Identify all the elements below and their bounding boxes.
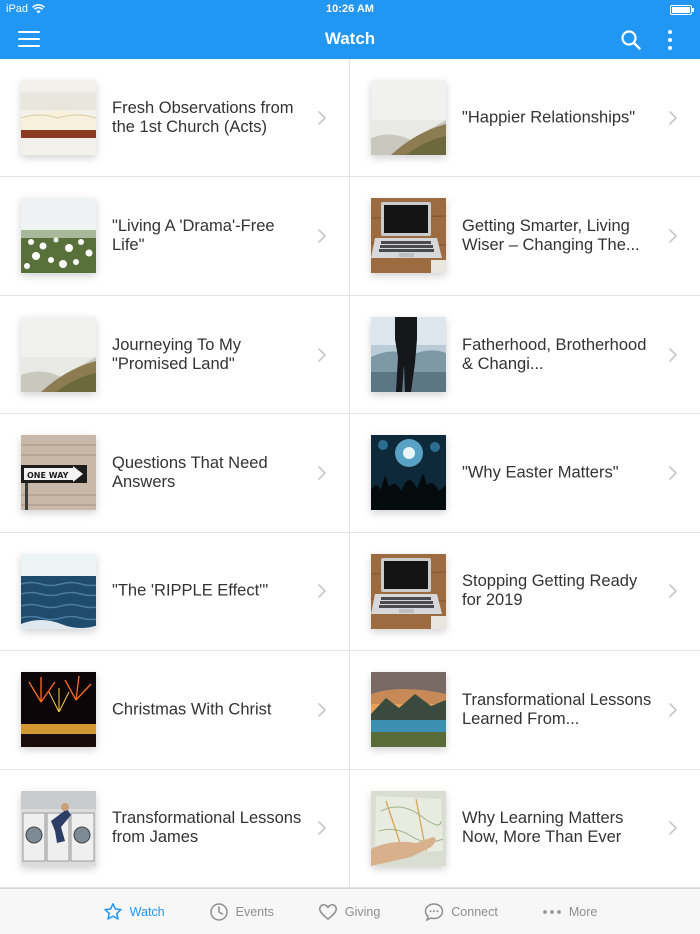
laptop-desk-image (371, 553, 446, 629)
chevron-right-icon (668, 583, 678, 599)
hills-mist-image (371, 80, 446, 155)
tab-more[interactable]: More (520, 889, 619, 934)
sea-waves-image (21, 553, 96, 629)
series-title: Stopping Getting Ready for 2019 (462, 572, 638, 610)
laundromat-image (21, 790, 96, 866)
status-time: 10:26 AM (326, 3, 374, 15)
fireworks-image (21, 672, 96, 748)
clock-icon (209, 902, 229, 922)
one-way-sign-image: ONE WAY (21, 435, 96, 511)
chevron-right-icon (668, 347, 678, 363)
series-title: Why Learning Matters Now, More Than Ever (462, 809, 624, 847)
tab-label: More (568, 904, 598, 919)
chevron-right-icon (668, 110, 678, 126)
sign-text: ONE WAY (27, 471, 69, 480)
series-item[interactable]: Transformational Lessons from James (0, 769, 350, 888)
series-item[interactable]: "Why Easter Matters" (350, 414, 700, 533)
tab-connect[interactable]: Connect (402, 889, 520, 934)
laptop-desk-image (371, 198, 446, 274)
chevron-right-icon (668, 228, 678, 244)
chevron-right-icon (317, 465, 327, 481)
series-item[interactable]: Fatherhood, Brotherhood & Changi... (350, 296, 700, 415)
tab-label: Connect (451, 904, 498, 919)
page-title: Watch (324, 29, 376, 48)
chevron-right-icon (317, 702, 327, 718)
battery-icon (670, 5, 694, 15)
chevron-right-icon (317, 228, 327, 244)
series-item[interactable]: "Happier Relationships" (350, 59, 700, 178)
series-item[interactable]: Stopping Getting Ready for 2019 (350, 533, 700, 652)
status-bar: iPad 10:26 AM (0, 0, 700, 20)
tab-label: Watch (129, 904, 165, 919)
series-title: "Happier Relationships" (462, 108, 636, 127)
series-item[interactable]: Transformational Lessons Learned From... (350, 651, 700, 770)
series-item[interactable]: Fresh Observations from the 1st Church (… (0, 59, 350, 178)
tab-giving[interactable]: Giving (296, 889, 402, 934)
chevron-right-icon (317, 583, 327, 599)
series-item[interactable]: Why Learning Matters Now, More Than Ever (350, 770, 700, 888)
tab-bar: Watch Events Giving Connect More (0, 888, 700, 934)
series-title: "The 'RIPPLE Effect'" (112, 581, 269, 600)
more-vertical-icon[interactable] (662, 28, 678, 52)
series-title: Journeying To My "Promised Land" (112, 335, 242, 373)
tab-events[interactable]: Events (187, 889, 296, 934)
chevron-right-icon (668, 820, 678, 836)
series-title: Questions That Need Answers (112, 453, 268, 491)
tab-label: Giving (344, 904, 381, 919)
series-item[interactable]: "The 'RIPPLE Effect'" (0, 532, 350, 652)
ellipsis-icon (542, 902, 562, 922)
tab-watch[interactable]: Watch (81, 889, 187, 934)
book-image (21, 80, 96, 155)
search-icon[interactable] (620, 29, 642, 51)
series-title: Transformational Lessons Learned From... (462, 690, 652, 728)
sermon-series-grid: Fresh Observations from the 1st Church (… (0, 59, 700, 888)
chat-bubble-icon (424, 902, 444, 922)
man-silhouette-image (371, 316, 446, 392)
series-title: Getting Smarter, Living Wiser – Changing… (462, 217, 640, 255)
series-title: "Why Easter Matters" (462, 463, 619, 482)
series-title: Fresh Observations from the 1st Church (… (112, 98, 294, 136)
heart-icon (318, 902, 338, 922)
chevron-right-icon (317, 820, 327, 836)
dandelion-field-image (21, 198, 96, 274)
navigation-bar: Watch (0, 20, 700, 59)
chevron-right-icon (668, 702, 678, 718)
series-title: Transformational Lessons from James (112, 809, 302, 847)
series-title: Fatherhood, Brotherhood & Changi... (462, 335, 647, 373)
hills-mist-image (21, 316, 96, 392)
chevron-right-icon (317, 110, 327, 126)
map-hand-image (371, 790, 446, 866)
series-item[interactable]: Journeying To My "Promised Land" (0, 295, 350, 415)
series-item[interactable]: ONE WAY Questions That Need Answers (0, 414, 350, 533)
star-icon (103, 902, 123, 922)
chevron-right-icon (317, 347, 327, 363)
series-item[interactable]: "Living A 'Drama'-Free Life" (0, 177, 350, 296)
chevron-right-icon (668, 465, 678, 481)
series-title: Christmas With Christ (112, 700, 272, 719)
series-item[interactable]: Christmas With Christ (0, 651, 350, 770)
mountain-lake-image (371, 672, 446, 748)
concert-crowd-image (371, 435, 446, 511)
series-title: "Living A 'Drama'-Free Life" (112, 217, 275, 255)
tab-label: Events (235, 904, 274, 919)
series-item[interactable]: Getting Smarter, Living Wiser – Changing… (350, 177, 700, 296)
